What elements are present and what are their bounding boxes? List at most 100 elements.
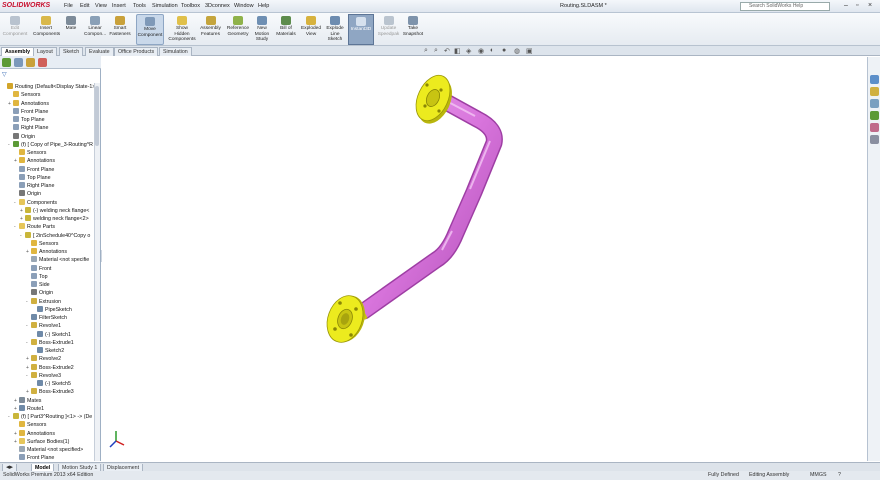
display-style-icon[interactable]: ◉ (478, 47, 484, 55)
tree-item[interactable]: + Revolve2 (26, 355, 61, 363)
apply-scene-icon[interactable]: ◍ (514, 47, 520, 55)
menu-insert[interactable]: Insert (112, 3, 126, 9)
edit-appearance-icon[interactable]: ● (502, 47, 506, 54)
tree-item[interactable]: Right Plane (14, 182, 54, 190)
tree-item[interactable]: PipeSketch (32, 305, 72, 314)
tree-item[interactable]: - (f) [ Part3^Routing ]<1> -> (De (8, 413, 92, 421)
ribbon-button-12[interactable]: Exploded View (299, 14, 323, 45)
tree-item[interactable]: - (f) [ Copy of Pipe_3-Routing^R (8, 140, 93, 149)
tree-item[interactable]: + Mates (14, 396, 41, 405)
tree-item[interactable]: Side (26, 281, 50, 289)
tree-item[interactable]: Right Plane (8, 124, 48, 132)
help-icon[interactable]: ? (838, 471, 841, 480)
help-search-input[interactable]: Search SolidWorks Help (740, 2, 830, 11)
tree-item[interactable]: FilterSketch (26, 314, 67, 322)
tree-item[interactable]: -[ 2inSchedule40^Copy o (20, 231, 90, 240)
ribbon-button-13[interactable]: Explode Line Sketch (325, 14, 345, 45)
bottom-flange[interactable] (321, 291, 371, 348)
tree-item[interactable]: + Boss-Extrude3 (26, 388, 74, 396)
pipe-route[interactable] (355, 88, 503, 320)
tree-item[interactable]: Sensors (14, 421, 46, 429)
tree-item[interactable]: Sketch2 (32, 347, 64, 355)
tree-item[interactable]: - Components (14, 198, 57, 207)
tree-item[interactable]: - Revolve3 (26, 371, 61, 380)
tree-item[interactable]: Routing (Default<Display State-1> (2, 83, 95, 91)
menu-window[interactable]: Window (234, 3, 254, 9)
tree-item[interactable]: Front (26, 264, 51, 273)
tree-item[interactable]: Origin (14, 190, 41, 198)
view-settings-icon[interactable]: ▣ (526, 47, 533, 55)
tree-item[interactable]: Material <not specifie (26, 256, 89, 264)
tree-item[interactable]: + Route1 (14, 404, 44, 413)
close-icon[interactable]: × (868, 2, 872, 9)
ribbon-button-1[interactable]: Edit Component (2, 14, 28, 45)
zoom-to-fit-icon[interactable]: ⌕ (424, 47, 428, 55)
tab-layout[interactable]: Layout (33, 47, 57, 56)
design-library-icon[interactable] (870, 87, 879, 96)
menu-file[interactable]: File (64, 3, 73, 9)
configuration-manager-tab-icon[interactable] (26, 58, 35, 67)
pipe-assembly-model[interactable] (102, 57, 867, 461)
tree-item[interactable]: + Annotations (26, 248, 67, 256)
tree-item[interactable]: Top (26, 272, 48, 281)
view-orientation-icon[interactable]: ◈ (466, 47, 471, 55)
tree-item[interactable]: + Annotations (14, 429, 55, 438)
tree-item[interactable]: Origin (8, 132, 35, 141)
ribbon-button-14[interactable]: Instant3D (348, 14, 374, 45)
minimize-icon[interactable]: – (844, 2, 848, 9)
tree-item[interactable]: + (-) welding neck flange< (20, 206, 89, 215)
zoom-area-icon[interactable]: ⌕ (434, 47, 438, 55)
menu-view[interactable]: View (95, 3, 107, 9)
tree-item[interactable]: + Annotations (14, 157, 55, 165)
tree-item[interactable]: Sensors (14, 149, 46, 157)
tree-scrollbar-thumb[interactable] (95, 86, 99, 146)
tree-item[interactable]: - Boss-Extrude1 (26, 338, 74, 347)
previous-view-icon[interactable]: ↶ (444, 47, 450, 55)
appearances-icon[interactable] (870, 123, 879, 132)
tree-item[interactable]: Top Plane (8, 116, 45, 124)
ribbon-button-10[interactable]: New Motion Study (252, 14, 272, 45)
tree-item[interactable]: (-) Sketch5 (32, 380, 71, 388)
tree-item[interactable]: - Route Parts (14, 223, 55, 231)
tree-item[interactable]: + Surface Bodies(1) (14, 437, 69, 446)
section-view-icon[interactable]: ◧ (454, 47, 461, 55)
status-units[interactable]: MMGS (810, 471, 826, 480)
menu-tools[interactable]: Tools (133, 3, 146, 9)
tree-item[interactable]: - Revolve1 (26, 322, 61, 330)
tree-item[interactable]: Front Plane (8, 107, 48, 116)
ribbon-button-5[interactable]: Smart Fasteners (108, 14, 132, 45)
ribbon-button-9[interactable]: Reference Geometry (225, 14, 251, 45)
tree-item[interactable]: Top Plane (14, 173, 51, 182)
ribbon-button-3[interactable]: Mate (62, 14, 80, 45)
file-explorer-icon[interactable] (870, 99, 879, 108)
menu-simulation[interactable]: Simulation (152, 3, 178, 9)
tab-evaluate[interactable]: Evaluate (85, 47, 114, 56)
menu-3dconnex[interactable]: 3Dconnex (205, 3, 230, 9)
menu-help[interactable]: Help (258, 3, 269, 9)
ribbon-button-7[interactable]: Show Hidden Components (168, 14, 196, 45)
tree-item[interactable]: (-) Sketch1 (32, 330, 71, 339)
tab-assembly[interactable]: Assembly (1, 47, 35, 56)
filter-icon[interactable]: ▽ (2, 71, 7, 78)
ribbon-button-15[interactable]: Update Speedpak (377, 14, 400, 45)
tab-office-products[interactable]: Office Products (114, 47, 159, 56)
tree-item[interactable]: Sensors (8, 91, 40, 99)
ribbon-button-11[interactable]: Bill of Materials (275, 14, 297, 45)
resources-icon[interactable] (870, 75, 879, 84)
tree-item[interactable]: + welding neck flange<2> (20, 215, 89, 223)
graphics-area[interactable] (102, 57, 867, 461)
tree-item[interactable]: Front Plane (14, 165, 54, 174)
ribbon-button-8[interactable]: Assembly Features (198, 14, 223, 45)
custom-properties-icon[interactable] (870, 135, 879, 144)
tree-item[interactable]: Origin (26, 289, 53, 297)
display-manager-tab-icon[interactable] (38, 58, 47, 67)
tab-simulation[interactable]: Simulation (159, 47, 192, 56)
menu-edit[interactable]: Edit (80, 3, 89, 9)
tree-item[interactable]: - Extrusion (26, 297, 61, 306)
menu-toolbox[interactable]: Toolbox (181, 3, 200, 9)
tree-item[interactable]: + Annotations (8, 99, 49, 108)
tree-item[interactable]: Material <not specified> (14, 446, 83, 454)
restore-icon[interactable]: ▫ (856, 2, 858, 9)
view-palette-icon[interactable] (870, 111, 879, 120)
ribbon-button-2[interactable]: Insert Components (33, 14, 60, 45)
